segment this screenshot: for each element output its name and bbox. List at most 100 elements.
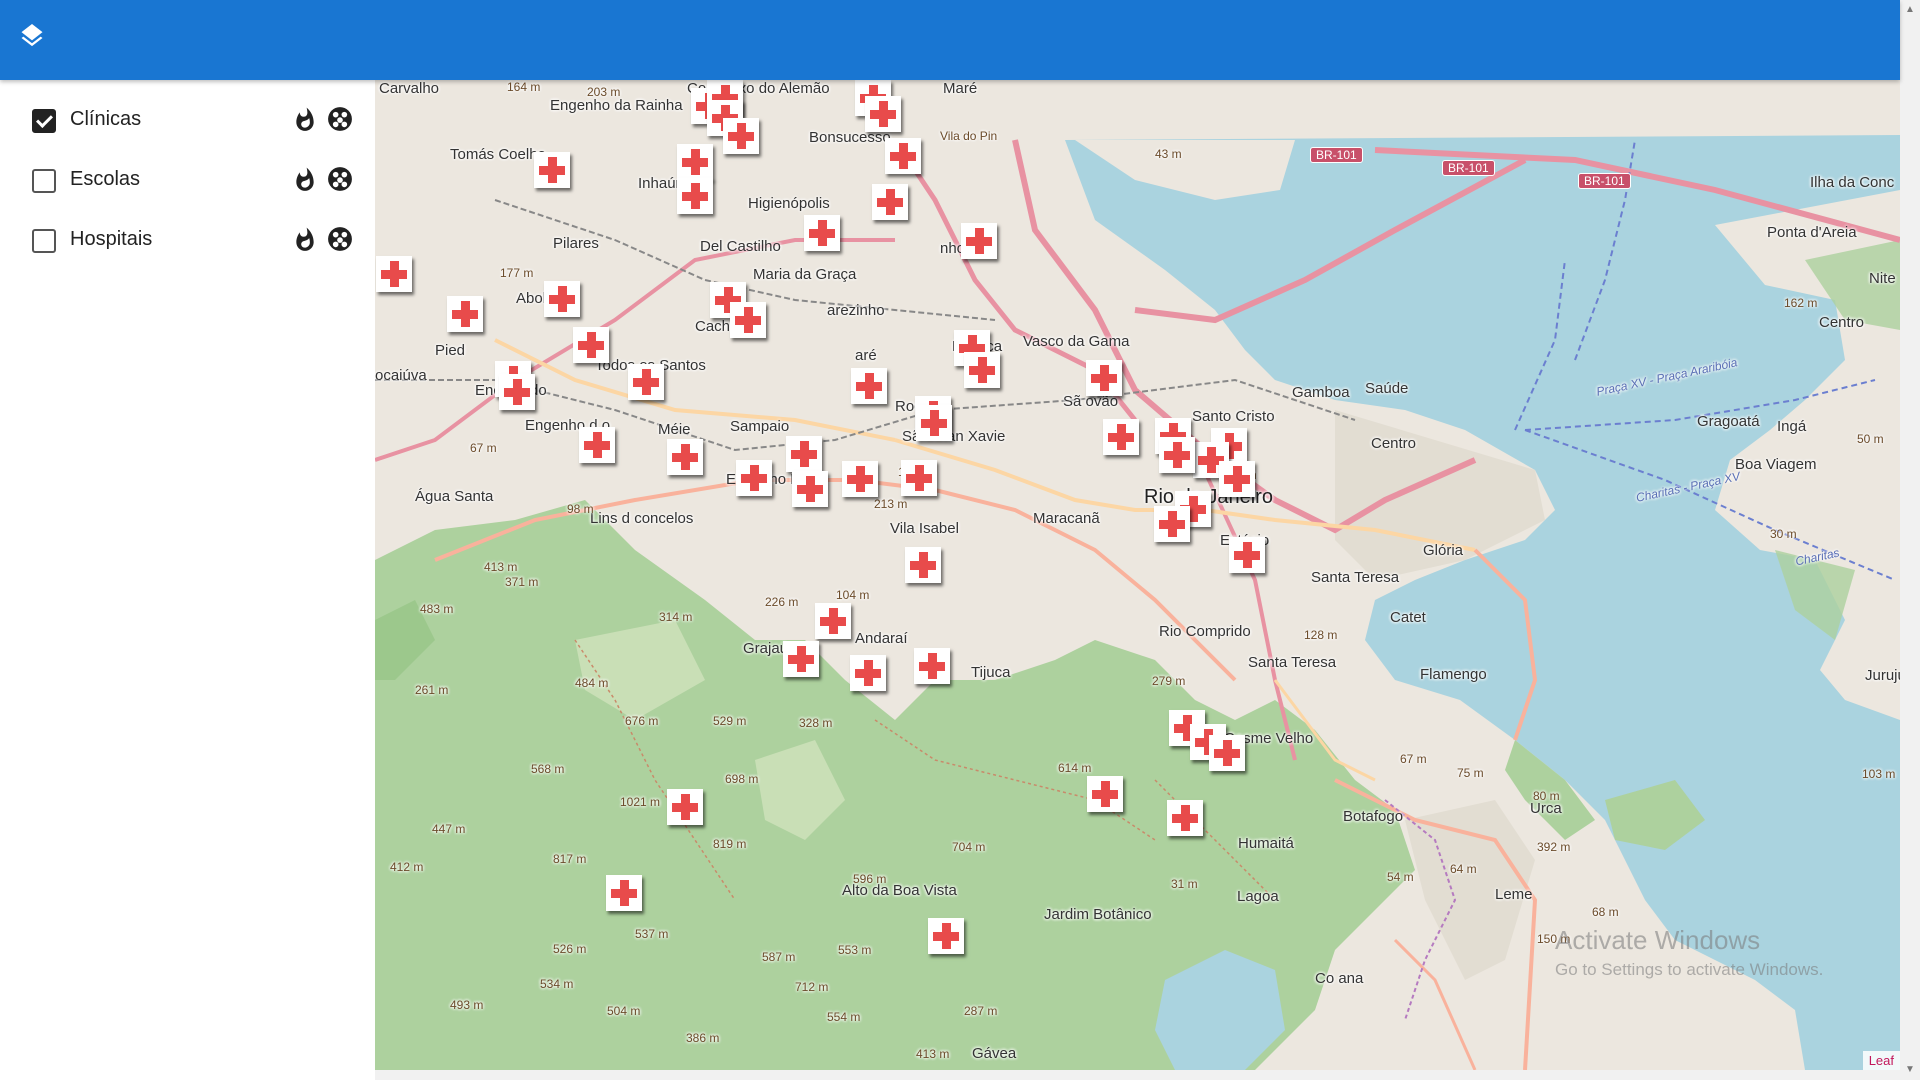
clinic-marker[interactable] (677, 178, 713, 214)
map-view[interactable]: Carvalho Engenho da Rainha Complexo do Ale… (375, 80, 1900, 1070)
map-label-agua-santa: Água Santa (415, 488, 494, 505)
clinic-marker[interactable] (667, 439, 703, 475)
map-label-elev-413b: 413 m (916, 1047, 950, 1061)
map-label-niteroi: Nite (1869, 270, 1896, 287)
clinic-marker[interactable] (628, 364, 664, 400)
map-label-elev-328: 328 m (799, 716, 833, 730)
app: Clínicas Escolas Hospitais Carvalho Enge… (0, 0, 1920, 1080)
layer-row-0[interactable]: Clínicas (0, 90, 375, 150)
map-label-elev-213: 213 m (874, 497, 908, 511)
clinic-marker[interactable] (579, 427, 615, 463)
clinic-marker[interactable] (534, 152, 570, 188)
map-label-elev-164: 164 m (507, 80, 541, 94)
cluster-toggle-button[interactable] (326, 226, 354, 255)
map-label-elev-447: 447 m (432, 822, 466, 836)
map-label-sampaio: Sampaio (730, 418, 790, 435)
clinic-marker[interactable] (842, 461, 878, 497)
cluster-toggle-button[interactable] (326, 106, 354, 135)
clinic-marker[interactable] (961, 223, 997, 259)
map-label-santa-teresa-2: Santa Teresa (1248, 654, 1337, 671)
clinic-marker[interactable] (376, 256, 412, 292)
map-label-elev-392: 392 m (1537, 840, 1571, 854)
clinic-marker[interactable] (1103, 419, 1139, 455)
clinic-marker[interactable] (872, 184, 908, 220)
clinic-marker[interactable] (901, 460, 937, 496)
clinic-marker[interactable] (914, 648, 950, 684)
vertical-scrollbar[interactable]: ▲ ▼ (1900, 0, 1920, 1080)
scroll-up-icon[interactable]: ▲ (1900, 0, 1920, 20)
clinic-marker[interactable] (544, 281, 580, 317)
map-label-elev-526: 526 m (553, 942, 587, 956)
clinic-marker[interactable] (667, 789, 703, 825)
layer-checkbox[interactable] (32, 229, 56, 253)
clinic-marker[interactable] (865, 96, 901, 132)
heatmap-toggle-button[interactable] (291, 227, 319, 255)
clinic-marker[interactable] (786, 436, 822, 472)
clinic-marker[interactable] (964, 352, 1000, 388)
clinic-marker[interactable] (804, 215, 840, 251)
map-label-elev-279: 279 m (1152, 674, 1186, 688)
layer-row-2[interactable]: Hospitais (0, 210, 375, 270)
cluster-toggle-button[interactable] (326, 166, 354, 197)
clinic-marker[interactable] (573, 327, 609, 363)
map-attribution[interactable]: Leaf (1862, 1051, 1900, 1070)
clinic-marker[interactable] (736, 460, 772, 496)
cluster-icon (327, 166, 353, 197)
clinic-marker[interactable] (1229, 537, 1265, 573)
clinic-marker[interactable] (447, 296, 483, 332)
clinic-marker[interactable] (1154, 506, 1190, 542)
clinic-marker[interactable] (916, 405, 952, 441)
map-label-elev-484: 484 m (575, 676, 609, 690)
map-label-cascadura: ocaiúva (375, 367, 427, 384)
clinic-marker[interactable] (606, 875, 642, 911)
map-label-elev-529: 529 m (713, 714, 747, 728)
clinic-marker[interactable] (1167, 800, 1203, 836)
clinic-marker[interactable] (723, 118, 759, 154)
map-label-vila-isabel: Vila Isabel (890, 520, 959, 537)
layer-checkbox[interactable] (32, 169, 56, 193)
clinic-marker[interactable] (885, 138, 921, 174)
heatmap-toggle-button[interactable] (291, 107, 319, 135)
clinic-marker[interactable] (928, 918, 964, 954)
clinic-marker[interactable] (783, 641, 819, 677)
clinic-marker[interactable] (1209, 735, 1245, 771)
clinic-marker[interactable] (499, 374, 535, 410)
map-label-vila-do-pinheiro: Vila do Pin (940, 129, 998, 143)
map-label-elev-412: 412 m (390, 860, 424, 874)
clinic-marker[interactable] (815, 603, 851, 639)
clinic-marker[interactable] (1086, 360, 1122, 396)
map-label-elev-537: 537 m (635, 927, 669, 941)
map-label-elev-80: 80 m (1533, 789, 1560, 803)
clinic-marker[interactable] (1219, 461, 1255, 497)
map-label-centro-niteroi: Centro (1819, 314, 1865, 331)
map-label-rio-comprido: Rio Comprido (1159, 623, 1251, 640)
layers-button[interactable] (16, 22, 48, 54)
layer-checkbox[interactable] (32, 109, 56, 133)
clinic-marker[interactable] (905, 547, 941, 583)
map-label-flamengo: Flamengo (1420, 666, 1487, 683)
layer-label: Escolas (70, 168, 141, 190)
heatmap-toggle-button[interactable] (291, 167, 319, 195)
clinic-marker[interactable] (851, 368, 887, 404)
map-label-elev-30: 30 m (1770, 527, 1797, 541)
map-label-botafogo: Botafogo (1343, 808, 1404, 825)
map-label-elev-287: 287 m (964, 1004, 998, 1018)
map-label-elev-203: 203 m (587, 85, 621, 99)
map-label-juruju: Juruju (1865, 667, 1900, 684)
map-label-elev-150: 150 m (1537, 932, 1571, 946)
clinic-marker[interactable] (677, 144, 713, 180)
map-label-santo-cristo: Santo Cristo (1192, 408, 1275, 425)
layer-row-1[interactable]: Escolas (0, 150, 375, 210)
clinic-marker[interactable] (1159, 437, 1195, 473)
clinic-marker[interactable] (792, 471, 828, 507)
map-label-tomas-coelho: Tomás Coelho (450, 146, 546, 163)
map-label-elev-261: 261 m (415, 683, 449, 697)
map-label-andarai: Andaraí (855, 630, 908, 647)
clinic-marker[interactable] (1087, 776, 1123, 812)
map-label-elev-68: 68 m (1592, 905, 1619, 919)
clinic-marker[interactable] (730, 302, 766, 338)
clinic-marker[interactable] (850, 655, 886, 691)
scroll-down-icon[interactable]: ▼ (1900, 1060, 1920, 1080)
map-label-elev-614: 614 m (1058, 761, 1092, 775)
map-label-elev-534: 534 m (540, 977, 574, 991)
